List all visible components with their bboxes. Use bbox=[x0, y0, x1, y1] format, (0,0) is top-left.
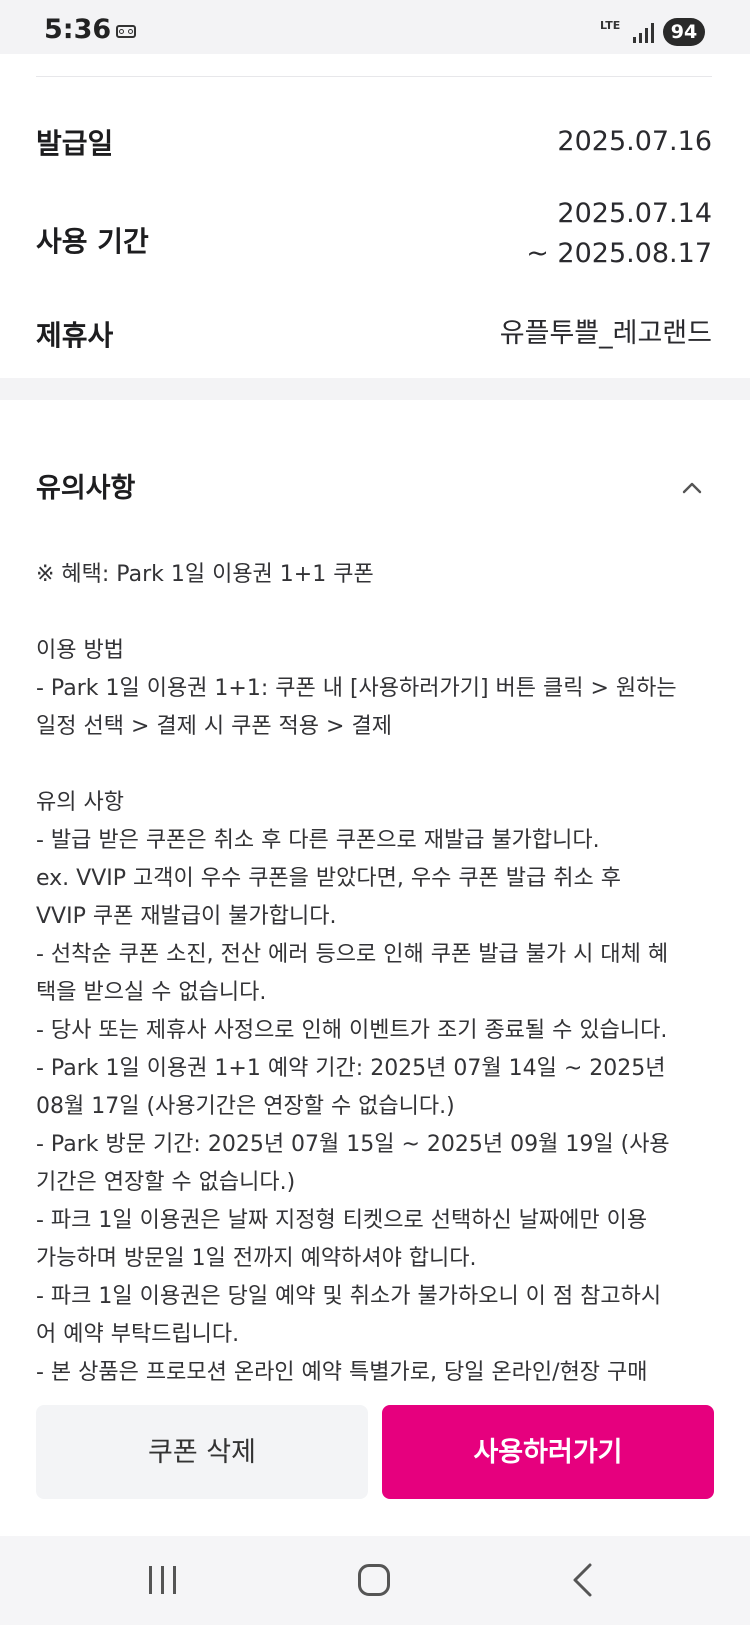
divider bbox=[36, 76, 712, 77]
usage-period-row: 사용 기간 2025.07.14 ~ 2025.08.17 bbox=[36, 194, 712, 284]
status-bar: 5:36 LTE 94 bbox=[0, 0, 750, 54]
home-icon[interactable] bbox=[358, 1564, 390, 1596]
notice-line: ※ 혜택: Park 1일 이용권 1+1 쿠폰 bbox=[36, 562, 374, 587]
back-icon[interactable] bbox=[568, 1562, 598, 1598]
network-type: LTE bbox=[600, 19, 621, 32]
status-time: 5:36 bbox=[44, 14, 112, 45]
partner-label: 제휴사 bbox=[36, 319, 114, 352]
notice-line: 택을 받으실 수 없습니다. bbox=[36, 980, 267, 1005]
recent-apps-icon[interactable] bbox=[149, 1566, 179, 1594]
partner-value: 유플투쁠_레고랜드 bbox=[499, 318, 712, 349]
notice-line: 기간은 연장할 수 없습니다.) bbox=[36, 1170, 296, 1195]
notice-line: - 발급 받은 쿠폰은 취소 후 다른 쿠폰으로 재발급 불가합니다. bbox=[36, 828, 600, 853]
notice-line: 일정 선택 > 결제 시 쿠폰 적용 > 결제 bbox=[36, 714, 392, 739]
notice-line: 유의 사항 bbox=[36, 790, 124, 815]
notice-line: - 본 상품은 프로모션 온라인 예약 특별가로, 당일 온라인/현장 구매 bbox=[36, 1360, 648, 1385]
notice-line: - Park 1일 이용권 1+1 예약 기간: 2025년 07월 14일 ~… bbox=[36, 1056, 666, 1081]
issue-date-row: 발급일 2025.07.16 bbox=[36, 118, 712, 168]
partner-row: 제휴사 유플투쁠_레고랜드 bbox=[36, 312, 712, 362]
notice-line: - 당사 또는 제휴사 사정으로 인해 이벤트가 조기 종료될 수 있습니다. bbox=[36, 1018, 668, 1043]
notice-line: 어 예약 부탁드립니다. bbox=[36, 1322, 240, 1347]
notice-line: - 파크 1일 이용권은 당일 예약 및 취소가 불가하오니 이 점 참고하시 bbox=[36, 1284, 662, 1309]
issue-date-value: 2025.07.16 bbox=[557, 126, 712, 157]
voicemail-icon bbox=[116, 25, 136, 38]
use-coupon-button[interactable]: 사용하러가기 bbox=[382, 1405, 714, 1499]
battery-level: 94 bbox=[663, 18, 705, 46]
notice-line: - Park 방문 기간: 2025년 07월 15일 ~ 2025년 09월 … bbox=[36, 1132, 670, 1157]
chevron-up-icon[interactable] bbox=[682, 478, 702, 498]
usage-period-start: 2025.07.14 bbox=[557, 198, 712, 229]
notice-line bbox=[36, 594, 726, 632]
usage-period-value: 2025.07.14 ~ 2025.08.17 bbox=[526, 194, 712, 274]
usage-period-end: ~ 2025.08.17 bbox=[526, 238, 712, 269]
section-divider bbox=[0, 378, 750, 400]
notice-line: - Park 1일 이용권 1+1: 쿠폰 내 [사용하러가기] 버튼 클릭 >… bbox=[36, 676, 677, 701]
notice-body: ※ 혜택: Park 1일 이용권 1+1 쿠폰 이용 방법 - Park 1일… bbox=[36, 556, 726, 1396]
navigation-bar bbox=[0, 1536, 750, 1625]
delete-coupon-button[interactable]: 쿠폰 삭제 bbox=[36, 1405, 368, 1499]
notice-line: VVIP 쿠폰 재발급이 불가합니다. bbox=[36, 904, 337, 929]
notice-line: 가능하며 방문일 1일 전까지 예약하셔야 합니다. bbox=[36, 1246, 477, 1271]
issue-date-label: 발급일 bbox=[36, 127, 114, 160]
notice-line: - 파크 1일 이용권은 날짜 지정형 티켓으로 선택하신 날짜에만 이용 bbox=[36, 1208, 648, 1233]
usage-period-label: 사용 기간 bbox=[36, 225, 149, 258]
signal-icon bbox=[633, 23, 654, 43]
notice-line: 08월 17일 (사용기간은 연장할 수 없습니다.) bbox=[36, 1094, 455, 1119]
notice-line bbox=[36, 746, 726, 784]
notice-line: 이용 방법 bbox=[36, 638, 124, 663]
notice-title: 유의사항 bbox=[36, 473, 136, 504]
notice-line: - 선착순 쿠폰 소진, 전산 에러 등으로 인해 쿠폰 발급 불가 시 대체 … bbox=[36, 942, 669, 967]
notice-line: ex. VVIP 고객이 우수 쿠폰을 받았다면, 우수 쿠폰 발급 취소 후 bbox=[36, 866, 621, 891]
